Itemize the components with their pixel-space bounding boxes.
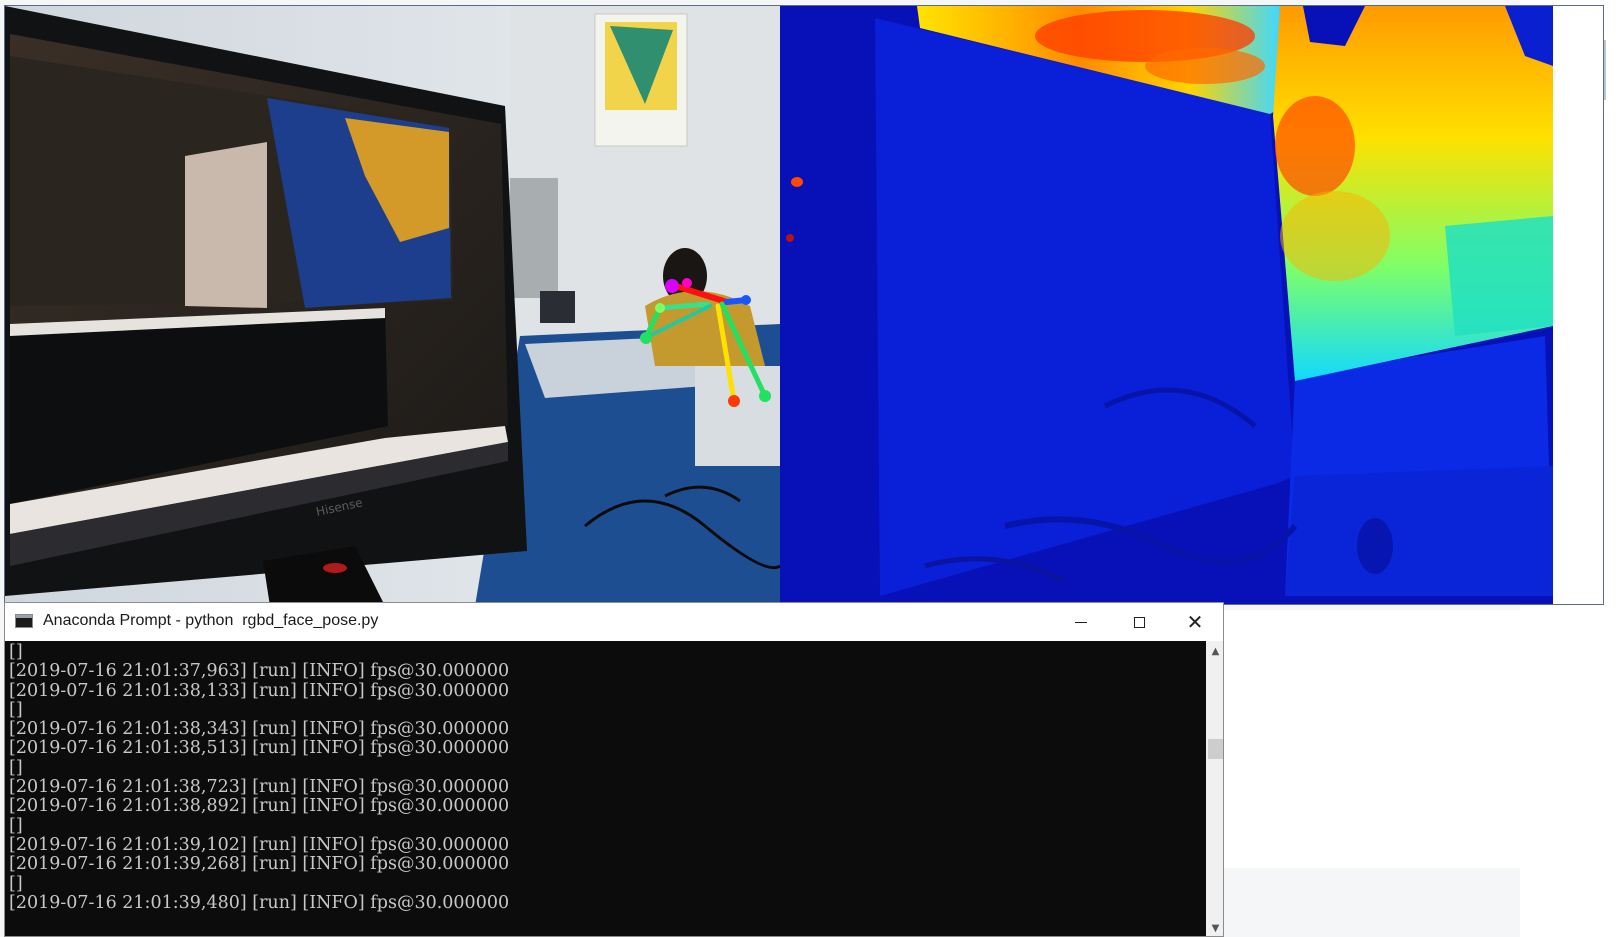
- anaconda-prompt-window[interactable]: Anaconda Prompt - python rgbd_face_pose.…: [4, 602, 1224, 937]
- rgbd-viewer-window[interactable]: Hisense: [4, 5, 1604, 605]
- minimize-icon: [1075, 621, 1087, 623]
- maximize-icon: [1133, 616, 1145, 628]
- rgb-camera-frame: Hisense: [5, 6, 781, 604]
- maximize-button[interactable]: [1111, 603, 1167, 641]
- console-scrollbar[interactable]: ▲ ▼: [1206, 641, 1223, 936]
- console-line: []: [9, 642, 23, 662]
- console-line: [2019-07-16 21:01:38,343] [run] [INFO] f…: [9, 719, 510, 740]
- console-line: [2019-07-16 21:01:38,513] [run] [INFO] f…: [9, 738, 510, 759]
- console-line: []: [9, 699, 23, 720]
- console-app-icon: [15, 614, 33, 628]
- close-button[interactable]: ✕: [1167, 603, 1223, 641]
- console-line: []: [9, 757, 23, 778]
- console-line: [2019-07-16 21:01:39,102] [run] [INFO] f…: [9, 834, 510, 855]
- background-window-edge: [1604, 40, 1606, 100]
- background-window-panel: [1190, 610, 1520, 868]
- console-line: [2019-07-16 21:01:38,723] [run] [INFO] f…: [9, 777, 510, 798]
- console-output[interactable]: [] [2019-07-16 21:01:37,963] [run] [INFO]…: [5, 641, 1206, 936]
- minimize-button[interactable]: [1053, 603, 1109, 641]
- scroll-thumb[interactable]: [1208, 739, 1223, 759]
- rgbd-frames: Hisense: [5, 6, 1603, 604]
- console-line: [2019-07-16 21:01:38,133] [run] [INFO] f…: [9, 680, 510, 701]
- console-titlebar[interactable]: Anaconda Prompt - python rgbd_face_pose.…: [5, 603, 1223, 641]
- close-icon: ✕: [1186, 610, 1204, 634]
- console-line: [2019-07-16 21:01:39,480] [run] [INFO] f…: [9, 892, 510, 913]
- console-line: []: [9, 815, 23, 836]
- console-line: []: [9, 873, 23, 894]
- scroll-up-arrow-icon[interactable]: ▲: [1206, 641, 1223, 661]
- depth-map-frame: [780, 6, 1603, 604]
- console-line: [2019-07-16 21:01:39,268] [run] [INFO] f…: [9, 854, 510, 875]
- scroll-down-arrow-icon[interactable]: ▼: [1206, 918, 1223, 936]
- console-line: [2019-07-16 21:01:37,963] [run] [INFO] f…: [9, 661, 510, 682]
- console-title: Anaconda Prompt - python rgbd_face_pose.…: [43, 612, 379, 629]
- console-line: [2019-07-16 21:01:38,892] [run] [INFO] f…: [9, 796, 510, 817]
